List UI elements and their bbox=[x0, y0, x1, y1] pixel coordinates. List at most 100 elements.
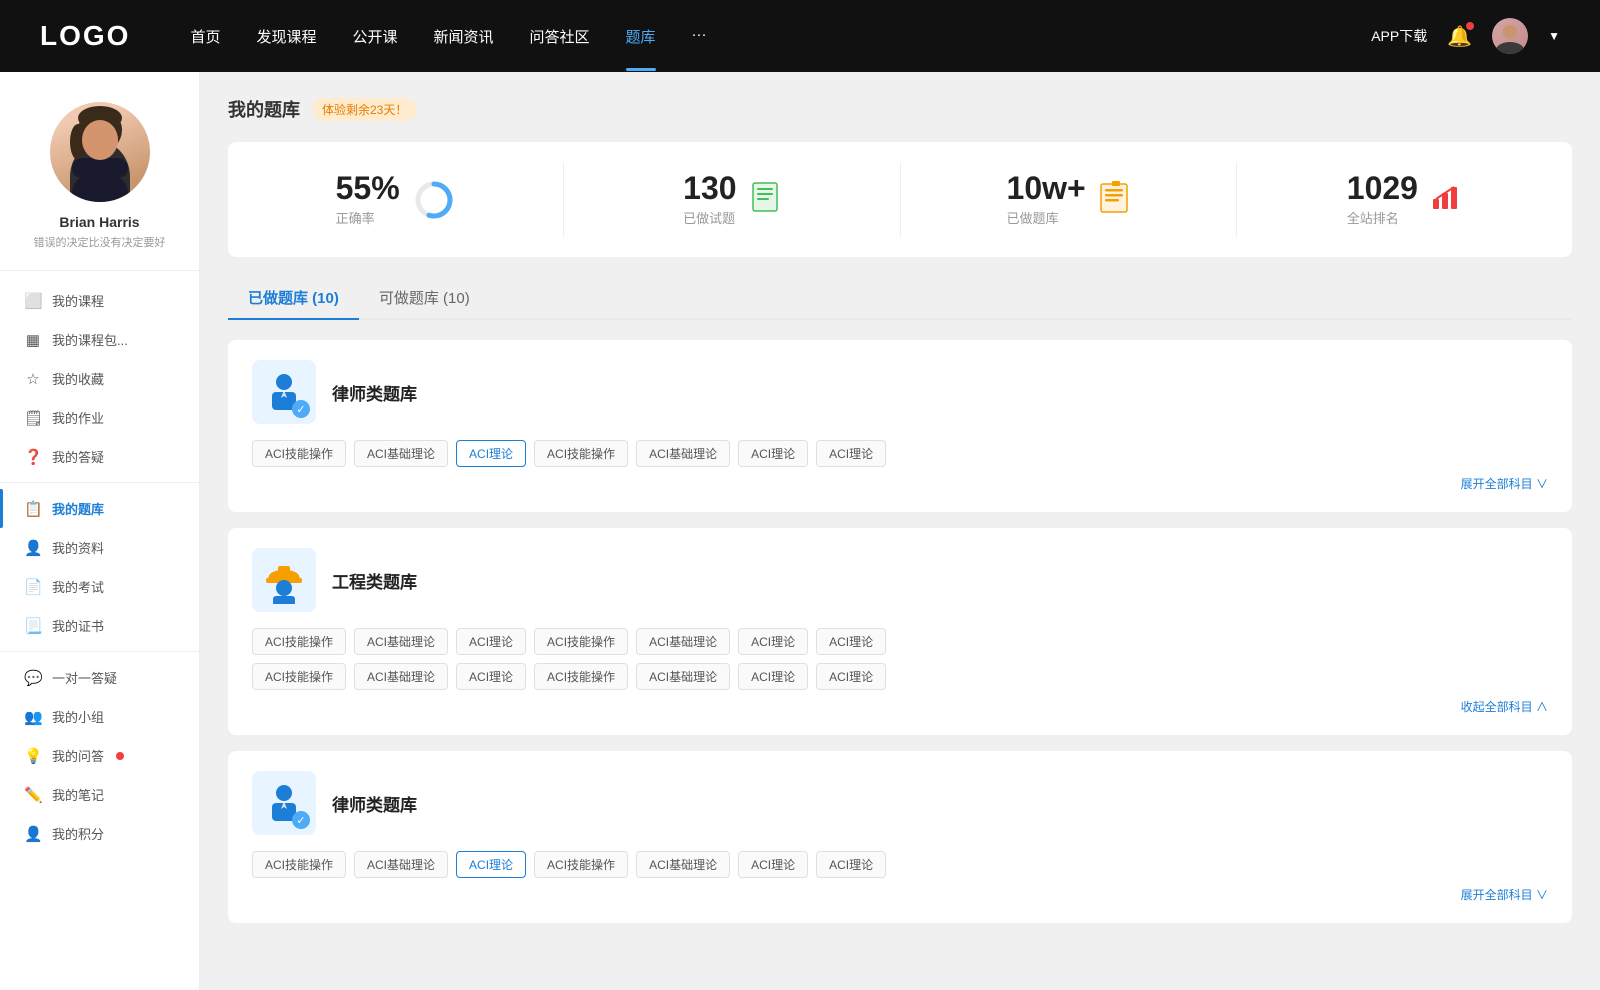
nav-link-questionbank[interactable]: 题库 bbox=[626, 26, 656, 47]
sidebar-item-label: 我的收藏 bbox=[52, 369, 104, 388]
tag[interactable]: ACI基础理论 bbox=[636, 663, 730, 690]
notification-bell[interactable]: 🔔 bbox=[1447, 24, 1472, 49]
sidebar-item-points[interactable]: 👤 我的积分 bbox=[0, 814, 199, 853]
tag[interactable]: ACI理论 bbox=[816, 628, 886, 655]
tag[interactable]: ACI技能操作 bbox=[252, 440, 346, 467]
stat-accuracy-number: 55% bbox=[336, 172, 400, 204]
tag[interactable]: ACI理论 bbox=[816, 440, 886, 467]
notification-dot bbox=[1466, 22, 1474, 30]
tab-done-banks[interactable]: 已做题库 (10) bbox=[228, 277, 359, 318]
tag[interactable]: ACI理论 bbox=[738, 663, 808, 690]
tag[interactable]: ACI基础理论 bbox=[636, 851, 730, 878]
tag[interactable]: ACI基础理论 bbox=[354, 440, 448, 467]
tag-active[interactable]: ACI理论 bbox=[456, 440, 526, 467]
sidebar-item-myqa[interactable]: 💡 我的问答 bbox=[0, 736, 199, 775]
profile-avatar[interactable] bbox=[50, 102, 150, 202]
engineer-icon bbox=[260, 556, 308, 604]
sidebar-item-group[interactable]: 👥 我的小组 bbox=[0, 697, 199, 736]
nav-link-opencourse[interactable]: 公开课 bbox=[352, 26, 397, 47]
tag[interactable]: ACI理论 bbox=[456, 663, 526, 690]
lawyer-check-badge-1: ✓ bbox=[292, 400, 310, 418]
avatar-image bbox=[50, 102, 150, 202]
tag[interactable]: ACI技能操作 bbox=[534, 628, 628, 655]
nav-link-more[interactable]: ··· bbox=[692, 26, 707, 47]
tag[interactable]: ACI理论 bbox=[816, 663, 886, 690]
qbank-title-lawyer-1: 律师类题库 bbox=[332, 380, 417, 405]
qbank-section-lawyer-2: ✓ 律师类题库 ACI技能操作 ACI基础理论 ACI理论 ACI技能操作 AC… bbox=[228, 751, 1572, 923]
qbank-header-engineer: 工程类题库 bbox=[252, 548, 1548, 612]
nav-link-news[interactable]: 新闻资讯 bbox=[434, 26, 494, 47]
sidebar-item-profile[interactable]: 👤 我的资料 bbox=[0, 528, 199, 567]
tag[interactable]: ACI技能操作 bbox=[252, 851, 346, 878]
nav-link-qa[interactable]: 问答社区 bbox=[530, 26, 590, 47]
exam-icon: 📄 bbox=[24, 578, 42, 596]
qbank-header-lawyer-2: ✓ 律师类题库 bbox=[252, 771, 1548, 835]
sidebar-item-label: 我的笔记 bbox=[52, 785, 104, 804]
sidebar-item-qa[interactable]: ❓ 我的答疑 bbox=[0, 437, 199, 476]
sidebar-menu: ⬜ 我的课程 ▦ 我的课程包... ☆ 我的收藏 🗒 我的作业 ❓ 我的答疑 📋 bbox=[0, 271, 199, 863]
qbank-tags-engineer-row1: ACI技能操作 ACI基础理论 ACI理论 ACI技能操作 ACI基础理论 AC… bbox=[252, 628, 1548, 655]
stat-site-rank: 1029 全站排名 bbox=[1237, 162, 1572, 237]
sidebar-item-homework[interactable]: 🗒 我的作业 bbox=[0, 398, 199, 437]
tag[interactable]: ACI理论 bbox=[456, 628, 526, 655]
myqa-dot bbox=[116, 752, 124, 760]
expand-link-lawyer-1[interactable]: 展开全部科目 ∨ bbox=[252, 475, 1548, 492]
sidebar-item-label: 我的题库 bbox=[52, 499, 104, 518]
tag[interactable]: ACI技能操作 bbox=[534, 663, 628, 690]
sidebar-item-label: 我的作业 bbox=[52, 408, 104, 427]
app-download-button[interactable]: APP下载 bbox=[1371, 26, 1427, 46]
qbank-section-lawyer-1: ✓ 律师类题库 ACI技能操作 ACI基础理论 ACI理论 ACI技能操作 AC… bbox=[228, 340, 1572, 512]
tag[interactable]: ACI基础理论 bbox=[636, 628, 730, 655]
tag[interactable]: ACI基础理论 bbox=[636, 440, 730, 467]
stat-site-rank-text: 1029 全站排名 bbox=[1347, 172, 1418, 227]
tag[interactable]: ACI基础理论 bbox=[354, 628, 448, 655]
tag[interactable]: ACI基础理论 bbox=[354, 851, 448, 878]
my-course-icon: ⬜ bbox=[24, 292, 42, 310]
user-avatar[interactable] bbox=[1492, 18, 1528, 54]
collection-icon: ☆ bbox=[24, 370, 42, 388]
tabs-row: 已做题库 (10) 可做题库 (10) bbox=[228, 277, 1572, 320]
sidebar-item-onetoone[interactable]: 💬 一对一答疑 bbox=[0, 658, 199, 697]
expand-link-lawyer-2[interactable]: 展开全部科目 ∨ bbox=[252, 886, 1548, 903]
sidebar-item-exam[interactable]: 📄 我的考试 bbox=[0, 567, 199, 606]
sidebar-item-questionbank[interactable]: 📋 我的题库 bbox=[0, 489, 199, 528]
tag[interactable]: ACI基础理论 bbox=[354, 663, 448, 690]
tag[interactable]: ACI技能操作 bbox=[534, 851, 628, 878]
stat-site-rank-number: 1029 bbox=[1347, 172, 1418, 204]
sidebar-item-label: 一对一答疑 bbox=[52, 668, 117, 687]
sidebar-item-label: 我的资料 bbox=[52, 538, 104, 557]
sidebar-item-course-package[interactable]: ▦ 我的课程包... bbox=[0, 320, 199, 359]
tag[interactable]: ACI理论 bbox=[816, 851, 886, 878]
sidebar-item-notes[interactable]: ✏️ 我的笔记 bbox=[0, 775, 199, 814]
stat-done-banks-text: 10w+ 已做题库 bbox=[1007, 172, 1086, 227]
points-icon: 👤 bbox=[24, 825, 42, 843]
tag[interactable]: ACI技能操作 bbox=[252, 628, 346, 655]
stat-done-questions-text: 130 已做试题 bbox=[683, 172, 736, 227]
sidebar-item-label: 我的积分 bbox=[52, 824, 104, 843]
trial-badge: 体验剩余23天！ bbox=[312, 98, 417, 121]
user-menu-chevron[interactable]: ▼ bbox=[1548, 29, 1560, 43]
sidebar-item-my-course[interactable]: ⬜ 我的课程 bbox=[0, 281, 199, 320]
nav-logo: LOGO bbox=[40, 20, 130, 52]
sidebar-item-label: 我的证书 bbox=[52, 616, 104, 635]
sidebar-item-certificate[interactable]: 📃 我的证书 bbox=[0, 606, 199, 645]
nav-link-home[interactable]: 首页 bbox=[190, 26, 220, 47]
tag[interactable]: ACI技能操作 bbox=[252, 663, 346, 690]
collapse-link-engineer[interactable]: 收起全部科目 ∧ bbox=[252, 698, 1548, 715]
sidebar-item-collection[interactable]: ☆ 我的收藏 bbox=[0, 359, 199, 398]
tag[interactable]: ACI理论 bbox=[738, 851, 808, 878]
tag[interactable]: ACI技能操作 bbox=[534, 440, 628, 467]
content-area: 我的题库 体验剩余23天！ 55% 正确率 bbox=[200, 72, 1600, 990]
notes-icon: ✏️ bbox=[24, 786, 42, 804]
tab-available-banks[interactable]: 可做题库 (10) bbox=[359, 277, 490, 318]
qbank-section-engineer: 工程类题库 ACI技能操作 ACI基础理论 ACI理论 ACI技能操作 ACI基… bbox=[228, 528, 1572, 735]
tag[interactable]: ACI理论 bbox=[738, 628, 808, 655]
lawyer-check-badge-2: ✓ bbox=[292, 811, 310, 829]
questionbank-icon: 📋 bbox=[24, 500, 42, 518]
tag[interactable]: ACI理论 bbox=[738, 440, 808, 467]
onetoone-icon: 💬 bbox=[24, 669, 42, 687]
nav-link-discover[interactable]: 发现课程 bbox=[256, 26, 316, 47]
tag-active[interactable]: ACI理论 bbox=[456, 851, 526, 878]
avatar-image bbox=[1492, 18, 1528, 54]
stat-accuracy: 55% 正确率 bbox=[228, 162, 564, 237]
